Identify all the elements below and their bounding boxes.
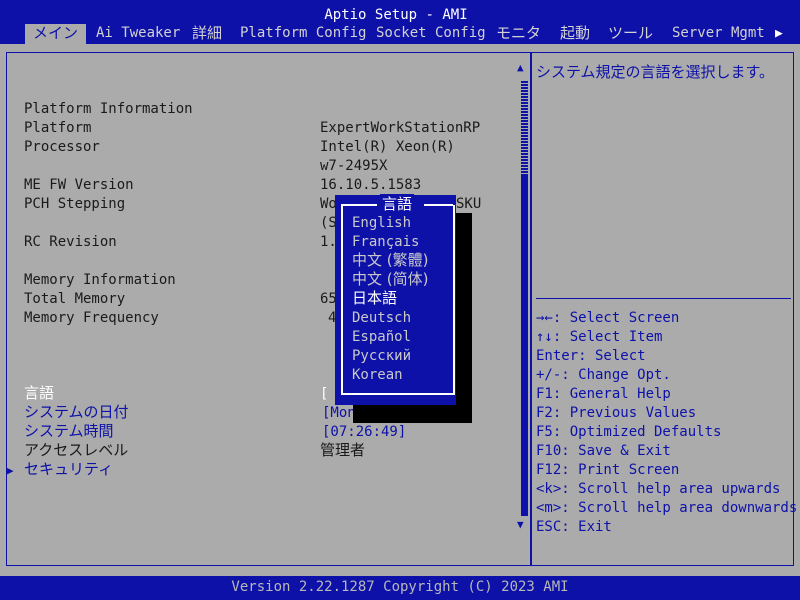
top-bar: Aptio Setup - AMI メイン Ai Tweaker 詳細 Plat… [0, 0, 800, 44]
tab-monitor[interactable]: モニタ [496, 24, 541, 44]
memory-info-header: Memory Information [24, 272, 176, 288]
system-time-value[interactable]: [07:26:49] [322, 423, 406, 442]
panel-divider [530, 52, 532, 565]
language-option-traditional-chinese[interactable]: 中文 (繁體) [352, 251, 428, 270]
bios-screen: Aptio Setup - AMI メイン Ai Tweaker 詳細 Plat… [0, 0, 800, 600]
language-option-simplified-chinese[interactable]: 中文 (简体) [352, 270, 428, 289]
menu-more-arrow-icon[interactable]: ▶ [775, 24, 783, 43]
language-label[interactable]: 言語 [24, 384, 54, 403]
scrollbar-thumb[interactable] [521, 80, 528, 176]
key-hint-optimized-defaults: F5: Optimized Defaults [536, 424, 722, 440]
access-level-label: アクセスレベル [24, 441, 129, 459]
help-description: システム規定の言語を選択します。 [536, 63, 775, 81]
platform-label: Platform [24, 120, 92, 136]
tab-main[interactable]: メイン [25, 24, 87, 44]
bottom-bar: Version 2.22.1287 Copyright (C) 2023 AMI [0, 576, 800, 600]
tab-tool[interactable]: ツール [608, 24, 653, 44]
language-option-english[interactable]: English [352, 214, 411, 233]
popup-title-rule-left [341, 204, 377, 206]
system-date-value[interactable]: [Mon [322, 404, 356, 423]
processor-value-line2: w7-2495X [320, 158, 388, 174]
language-value[interactable]: [ [320, 385, 328, 404]
platform-value: ExpertWorkStationRP [320, 120, 481, 136]
tab-socket-config[interactable]: Socket Config [376, 24, 486, 44]
tab-advanced[interactable]: 詳細 [192, 24, 222, 44]
tab-ai-tweaker[interactable]: Ai Tweaker [96, 24, 180, 44]
processor-value-line1: Intel(R) Xeon(R) [320, 139, 455, 155]
rc-revision-label: RC Revision [24, 234, 117, 250]
key-hint-enter: Enter: Select [536, 348, 646, 364]
memory-frequency-label: Memory Frequency [24, 310, 159, 326]
key-hint-scroll-up: <k>: Scroll help area upwards [536, 481, 781, 497]
menu-bar: メイン Ai Tweaker 詳細 Platform Config Socket… [0, 24, 800, 44]
key-hint-previous-values: F2: Previous Values [536, 405, 697, 421]
scroll-up-arrow-icon[interactable]: ▲ [517, 62, 524, 74]
language-option-japanese[interactable]: 日本語 [352, 289, 397, 308]
app-title: Aptio Setup - AMI [324, 7, 468, 23]
me-fw-version-value: 16.10.5.1583 [320, 177, 422, 193]
key-hint-print-screen: F12: Print Screen [536, 462, 680, 478]
key-hint-scroll-down: <m>: Scroll help area downwards [536, 500, 798, 516]
platform-info-header: Platform Information [24, 101, 193, 117]
version-footer: Version 2.22.1287 Copyright (C) 2023 AMI [231, 579, 569, 595]
language-option-russian[interactable]: Русский [352, 347, 411, 366]
total-memory-label: Total Memory [24, 291, 126, 307]
access-level-value: 管理者 [320, 441, 366, 459]
language-option-korean[interactable]: Korean [352, 366, 403, 385]
language-option-french[interactable]: Français [352, 233, 419, 252]
scroll-down-arrow-icon[interactable]: ▼ [517, 519, 524, 531]
language-option-german[interactable]: Deutsch [352, 309, 411, 328]
me-fw-version-label: ME FW Version [24, 177, 134, 193]
tab-platform-config[interactable]: Platform Config [240, 24, 366, 44]
language-option-spanish[interactable]: Español [352, 328, 411, 347]
popup-title: 言語 [380, 194, 415, 214]
key-hint-general-help: F1: General Help [536, 386, 671, 402]
tab-boot[interactable]: 起動 [560, 24, 590, 44]
key-hint-change-opt: +/-: Change Opt. [536, 367, 671, 383]
processor-label: Processor [24, 139, 100, 155]
key-hint-select-item: ↑↓: Select Item [536, 329, 663, 345]
submenu-pointer-icon: ▶ [7, 464, 14, 477]
tab-server-mgmt[interactable]: Server Mgmt [672, 24, 765, 44]
system-time-label[interactable]: システム時間 [24, 422, 114, 441]
popup-title-rule-right [424, 204, 453, 206]
pch-stepping-value-suffix: SKU [456, 196, 482, 212]
security-submenu[interactable]: セキュリティ [24, 460, 113, 479]
pch-stepping-label: PCH Stepping [24, 196, 126, 212]
key-hint-save-exit: F10: Save & Exit [536, 443, 671, 459]
key-hint-select-screen: →←: Select Screen [536, 310, 680, 326]
system-date-label[interactable]: システムの日付 [24, 403, 129, 422]
help-separator [536, 298, 791, 299]
key-hint-esc: ESC: Exit [536, 519, 612, 535]
